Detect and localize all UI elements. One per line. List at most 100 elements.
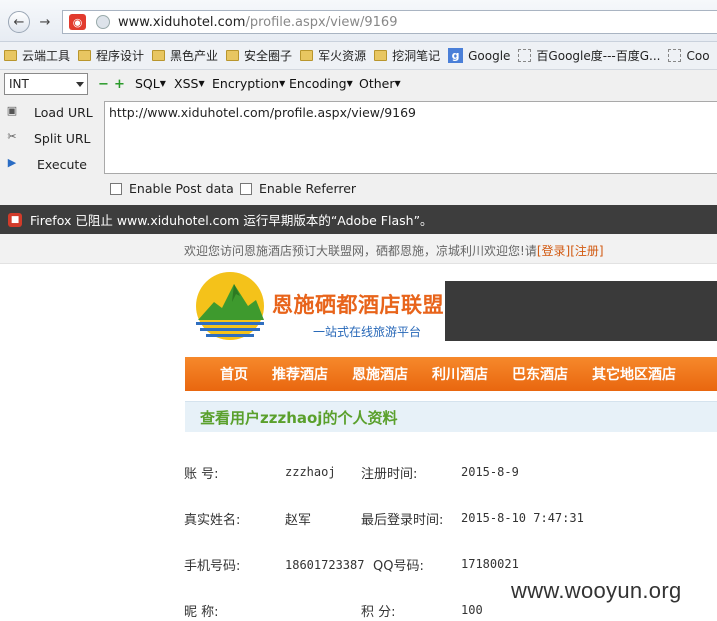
nav-lichuan-hotels[interactable]: 利川酒店 <box>432 364 488 384</box>
site-logo-icon[interactable] <box>192 272 268 344</box>
folder-icon <box>300 50 314 61</box>
menu-encoding[interactable]: Encoding▼ <box>289 76 353 91</box>
nav-recommended-hotels[interactable]: 推荐酒店 <box>272 364 328 384</box>
url-host: www.xiduhotel.com <box>118 15 246 30</box>
load-url-label: Load URL <box>34 105 93 120</box>
hackbar-site-icon[interactable]: ◉ <box>69 14 86 30</box>
nav-enshi-hotels[interactable]: 恩施酒店 <box>352 364 408 384</box>
bookmark-heise[interactable]: 黑色产业 <box>152 47 218 64</box>
back-arrow-icon[interactable]: ← <box>8 11 30 33</box>
last-login-value: 2015-8-10 7:47:31 <box>461 511 584 525</box>
menu-label: XSS <box>174 76 199 91</box>
nickname-label: 昵 称: <box>184 605 219 620</box>
dropdown-arrow-icon: ▼ <box>159 79 166 88</box>
logo-subtitle: 一站式在线旅游平台 <box>313 325 422 339</box>
account-value: zzzhaoj <box>285 465 336 479</box>
folder-icon <box>4 50 17 61</box>
nav-badong-hotels[interactable]: 巴东酒店 <box>512 364 568 384</box>
folder-icon <box>374 50 388 61</box>
plugin-blocked-icon[interactable]: ■ <box>8 212 22 227</box>
logo-title[interactable]: 恩施硒都酒店联盟 <box>272 289 444 319</box>
bookmark-label: Coo <box>686 48 710 63</box>
realname-value: 赵军 <box>285 513 312 528</box>
menu-label: Other <box>359 76 395 91</box>
bookmark-yunduan[interactable]: 云端工具 <box>4 47 70 64</box>
load-url-button[interactable]: ▣ Load URL <box>0 101 100 125</box>
plus-icon[interactable]: + <box>114 77 125 92</box>
plugin-blocked-bar: ■ Firefox 已阻止 www.xiduhotel.com 运行早期版本的“… <box>0 205 717 234</box>
load-url-icon: ▣ <box>6 104 18 117</box>
reg-time-label: 注册时间: <box>361 467 418 482</box>
enable-referrer-checkbox[interactable]: Enable Referrer <box>240 181 356 196</box>
play-icon: ▶ <box>7 156 17 169</box>
dropdown-arrow-icon: ▼ <box>279 79 286 88</box>
header-banner <box>445 281 717 341</box>
menu-sql[interactable]: SQL▼ <box>135 76 166 91</box>
folder-icon <box>226 50 240 61</box>
folder-icon <box>152 50 166 61</box>
points-value: 100 <box>461 603 483 617</box>
last-login-label: 最后登录时间: <box>361 513 444 528</box>
menu-label: Encoding <box>289 76 347 91</box>
register-link[interactable]: [注册] <box>570 244 603 258</box>
menu-other[interactable]: Other▼ <box>359 76 401 91</box>
enable-post-checkbox[interactable]: Enable Post data <box>110 181 234 196</box>
qq-label: QQ号码: <box>373 559 424 574</box>
url-bar[interactable]: ◉ www.xiduhotel.com/profile.aspx/view/91… <box>62 10 717 34</box>
enable-post-label: Enable Post data <box>129 181 234 196</box>
watermark: www.wooyun.org <box>511 578 682 603</box>
select-value: INT <box>9 77 29 91</box>
checkbox-box[interactable] <box>240 182 252 195</box>
hackbar-toolbar: INT − + SQL▼ XSS▼ Encryption▼ Encoding▼ … <box>0 70 717 98</box>
bookmarks-bar: 云端工具 程序设计 黑色产业 安全圈子 军火资源 挖洞笔记 g Google 百G… <box>0 42 717 70</box>
bookmark-label: 军火资源 <box>318 49 367 63</box>
qq-value: 17180021 <box>461 557 519 571</box>
chevron-down-icon <box>76 82 84 87</box>
bookmark-junhuo[interactable]: 军火资源 <box>300 47 366 64</box>
page-icon <box>518 49 532 62</box>
account-label: 账 号: <box>184 467 219 482</box>
checkbox-box[interactable] <box>110 182 122 195</box>
split-url-label: Split URL <box>34 131 91 146</box>
minus-icon[interactable]: − <box>98 77 109 92</box>
menu-label: SQL <box>135 76 160 91</box>
menu-xss[interactable]: XSS▼ <box>174 76 205 91</box>
realname-label: 真实姓名: <box>184 513 241 528</box>
forward-arrow-icon[interactable]: → <box>36 13 54 31</box>
bookmark-label: 程序设计 <box>96 49 145 63</box>
scissors-icon: ✂ <box>7 130 17 143</box>
hackbar-panel: INT − + SQL▼ XSS▼ Encryption▼ Encoding▼ … <box>0 70 717 205</box>
google-icon: g <box>448 48 464 63</box>
execute-button[interactable]: ▶ Execute <box>0 153 100 177</box>
nav-other-hotels[interactable]: 其它地区酒店 <box>592 364 676 384</box>
bookmark-label: Google <box>468 48 511 63</box>
bookmark-baidu[interactable]: 百Google度---百度G... <box>518 47 660 64</box>
int-select[interactable]: INT <box>4 73 88 95</box>
bookmark-label: 百Google度---百度G... <box>536 49 661 63</box>
bookmark-label: 云端工具 <box>22 49 71 63</box>
menu-encryption[interactable]: Encryption▼ <box>212 76 285 91</box>
profile-heading: 查看用户zzzhaoj的个人资料 <box>200 409 398 427</box>
bookmark-anquan[interactable]: 安全圈子 <box>226 47 292 64</box>
main-nav: 首页 推荐酒店 恩施酒店 利川酒店 巴东酒店 其它地区酒店 <box>185 357 717 391</box>
split-url-button[interactable]: ✂ Split URL <box>0 127 100 151</box>
bookmark-chengxu[interactable]: 程序设计 <box>78 47 144 64</box>
bookmark-google[interactable]: g Google <box>448 48 510 63</box>
nav-home[interactable]: 首页 <box>220 364 248 384</box>
welcome-text: 欢迎您访问恩施酒店预订大联盟网，硒都恩施，凉城利川欢迎您!请[登录][注册] <box>184 242 604 259</box>
page-icon <box>668 49 682 62</box>
url-text[interactable]: www.xiduhotel.com/profile.aspx/view/9169 <box>118 15 397 30</box>
bookmark-label: 黑色产业 <box>170 49 219 63</box>
site-top-strip: 欢迎您访问恩施酒店预订大联盟网，硒都恩施，凉城利川欢迎您!请[登录][注册] <box>0 234 717 264</box>
globe-icon <box>96 15 110 29</box>
hackbar-url-textarea[interactable]: http://www.xiduhotel.com/profile.aspx/vi… <box>104 101 717 174</box>
bookmark-coo[interactable]: Coo <box>668 48 710 63</box>
dropdown-arrow-icon: ▼ <box>346 79 353 88</box>
login-link[interactable]: [登录] <box>537 244 570 258</box>
bookmark-wadong[interactable]: 挖洞笔记 <box>374 47 440 64</box>
dropdown-arrow-icon: ▼ <box>198 79 205 88</box>
profile-heading-bar: 查看用户zzzhaoj的个人资料 <box>185 401 717 432</box>
enable-referrer-label: Enable Referrer <box>259 181 357 196</box>
mobile-label: 手机号码: <box>184 559 241 574</box>
dropdown-arrow-icon: ▼ <box>394 79 401 88</box>
